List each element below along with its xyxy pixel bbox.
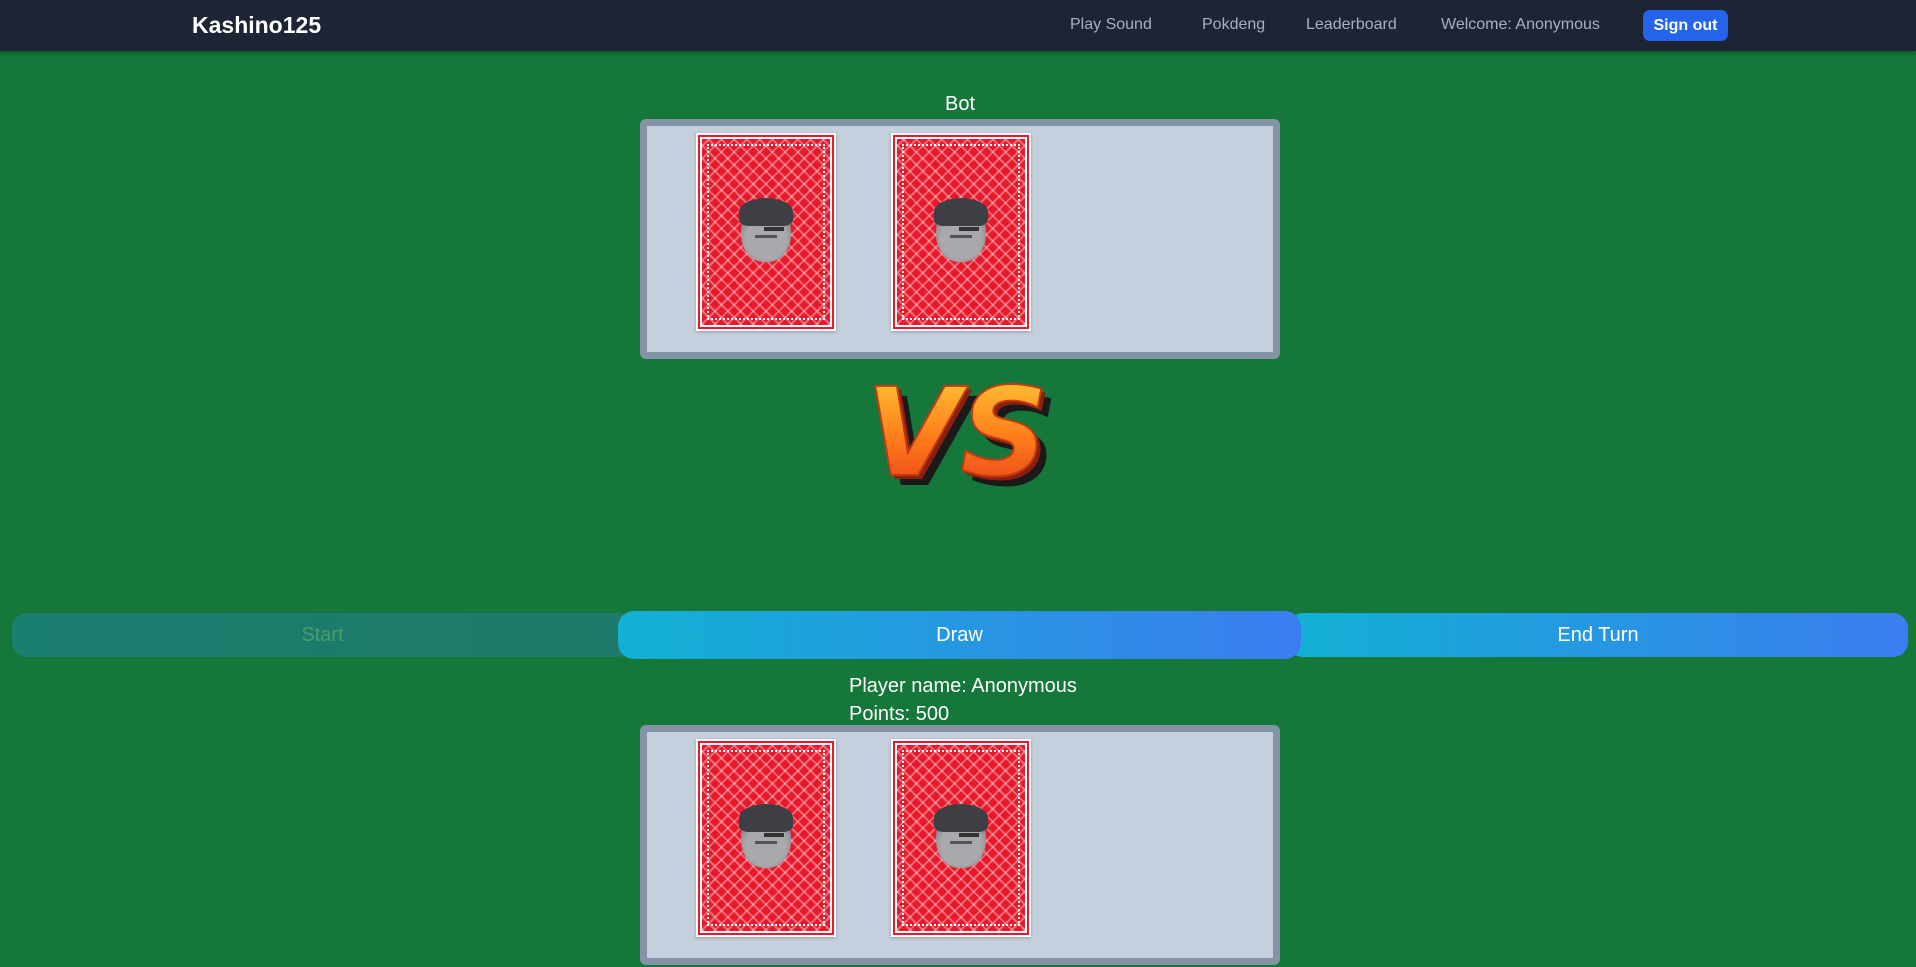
player-name: Player name: Anonymous <box>849 675 1077 697</box>
vs-logo: VS VS VS <box>865 367 1058 507</box>
welcome-text: Welcome: Anonymous <box>1441 16 1600 33</box>
vs-text: VS <box>866 367 1048 504</box>
end-turn-button[interactable]: End Turn <box>1288 613 1908 657</box>
bot-card-back <box>696 133 836 331</box>
card-face-image <box>739 804 793 868</box>
nav-play-sound[interactable]: Play Sound <box>1070 16 1152 34</box>
player-info: Player name: Anonymous Points: 500 <box>849 672 1077 728</box>
nav-pokdeng[interactable]: Pokdeng <box>1202 16 1265 34</box>
top-navbar: Kashino125 Play Sound Pokdeng Leaderboar… <box>0 0 1916 51</box>
sign-out-button[interactable]: Sign out <box>1643 10 1728 41</box>
bot-hand <box>640 119 1280 359</box>
draw-button[interactable]: Draw <box>618 611 1301 659</box>
brand-logo[interactable]: Kashino125 <box>192 12 321 39</box>
card-face-image <box>739 198 793 262</box>
bot-label: Bot <box>944 93 976 115</box>
card-face-image <box>934 198 988 262</box>
start-button[interactable]: Start <box>12 613 633 657</box>
player-hand <box>640 725 1280 965</box>
player-card-back[interactable] <box>696 739 836 937</box>
nav-leaderboard[interactable]: Leaderboard <box>1306 16 1397 34</box>
bot-card-back <box>891 133 1031 331</box>
player-points: Points: 500 <box>849 703 950 725</box>
player-card-back[interactable] <box>891 739 1031 937</box>
card-face-image <box>934 804 988 868</box>
